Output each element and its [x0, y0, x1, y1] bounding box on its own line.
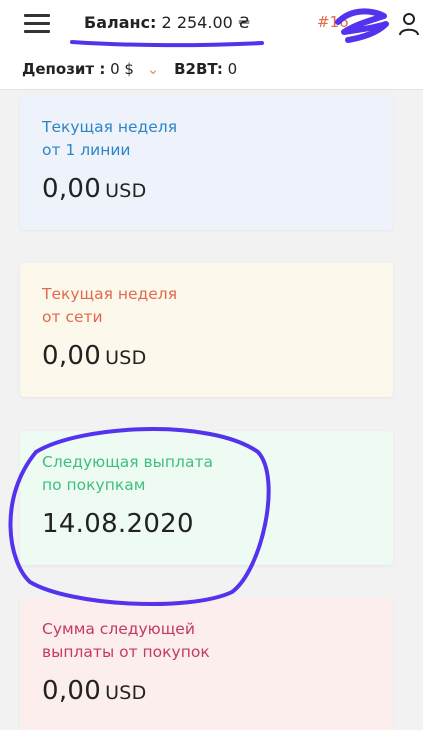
- balance-display: Баланс: 2 254.00 ₴: [84, 13, 250, 32]
- card-title: Сумма следующей выплаты от покупок: [42, 620, 210, 661]
- account-id: #16: [317, 13, 349, 31]
- card-value: 0,00 USD: [42, 341, 147, 371]
- wallet-subbar: Депозит : 0 $ ⌄ B2BT: 0: [0, 52, 423, 90]
- card-title: Текущая неделя от сети: [42, 285, 178, 326]
- chevron-down-icon[interactable]: ⌄: [147, 60, 160, 78]
- deposit-value: 0 $: [110, 60, 134, 78]
- hamburger-menu-icon[interactable]: [24, 14, 50, 34]
- card-next-payout-date: Следующая выплата по покупкам 14.08.2020: [20, 431, 393, 565]
- card-next-payout-amount: Сумма следующей выплаты от покупок 0,00 U…: [20, 598, 393, 730]
- card-value: 0,00 USD: [42, 676, 147, 706]
- b2bt-label: B2BT:: [174, 60, 223, 78]
- card-title: Текущая неделя от 1 линии: [42, 118, 178, 159]
- balance-value: 2 254.00 ₴: [161, 13, 251, 32]
- top-header: Баланс: 2 254.00 ₴ #16: [0, 0, 423, 52]
- b2bt-value: 0: [227, 60, 238, 78]
- card-value: 0,00 USD: [42, 174, 147, 204]
- card-week-network: Текущая неделя от сети 0,00 USD: [20, 263, 393, 397]
- card-week-first-line: Текущая неделя от 1 линии 0,00 USD: [20, 96, 393, 230]
- card-value: 14.08.2020: [42, 509, 194, 539]
- user-icon[interactable]: [398, 12, 420, 36]
- card-title: Следующая выплата по покупкам: [42, 453, 213, 494]
- deposit-label: Депозит :: [22, 60, 106, 78]
- balance-label: Баланс:: [84, 13, 157, 32]
